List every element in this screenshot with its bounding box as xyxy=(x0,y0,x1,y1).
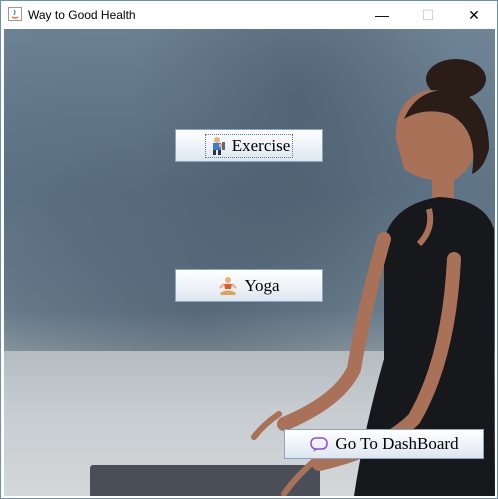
close-button[interactable]: ✕ xyxy=(451,1,497,29)
window-title: Way to Good Health xyxy=(28,8,136,22)
minimize-icon: — xyxy=(375,7,389,23)
meditating-woman-figure xyxy=(251,59,495,496)
dashboard-label: Go To DashBoard xyxy=(335,434,459,453)
background-image: Exercise Yoga Go To DashBoard xyxy=(4,29,495,496)
yoga-label: Yoga xyxy=(244,275,280,295)
yoga-pose-icon xyxy=(219,276,238,295)
dashboard-button[interactable]: Go To DashBoard xyxy=(284,429,484,459)
yoga-button[interactable]: Yoga xyxy=(175,269,323,302)
maximize-icon: ☐ xyxy=(421,6,435,23)
exercise-button[interactable]: Exercise xyxy=(175,129,323,162)
app-window: Way to Good Health — ☐ ✕ Exercise Yoga G… xyxy=(0,0,498,499)
maximize-button[interactable]: ☐ xyxy=(405,1,451,29)
exercise-button-focus: Exercise xyxy=(204,133,294,158)
exercise-person-icon xyxy=(212,136,225,155)
title-bar[interactable]: Way to Good Health — ☐ ✕ xyxy=(1,1,497,29)
exercise-label: Exercise xyxy=(231,135,291,155)
minimize-button[interactable]: — xyxy=(359,1,405,29)
close-icon: ✕ xyxy=(468,6,480,23)
dashboard-icon xyxy=(310,437,329,452)
java-app-icon xyxy=(8,7,22,21)
